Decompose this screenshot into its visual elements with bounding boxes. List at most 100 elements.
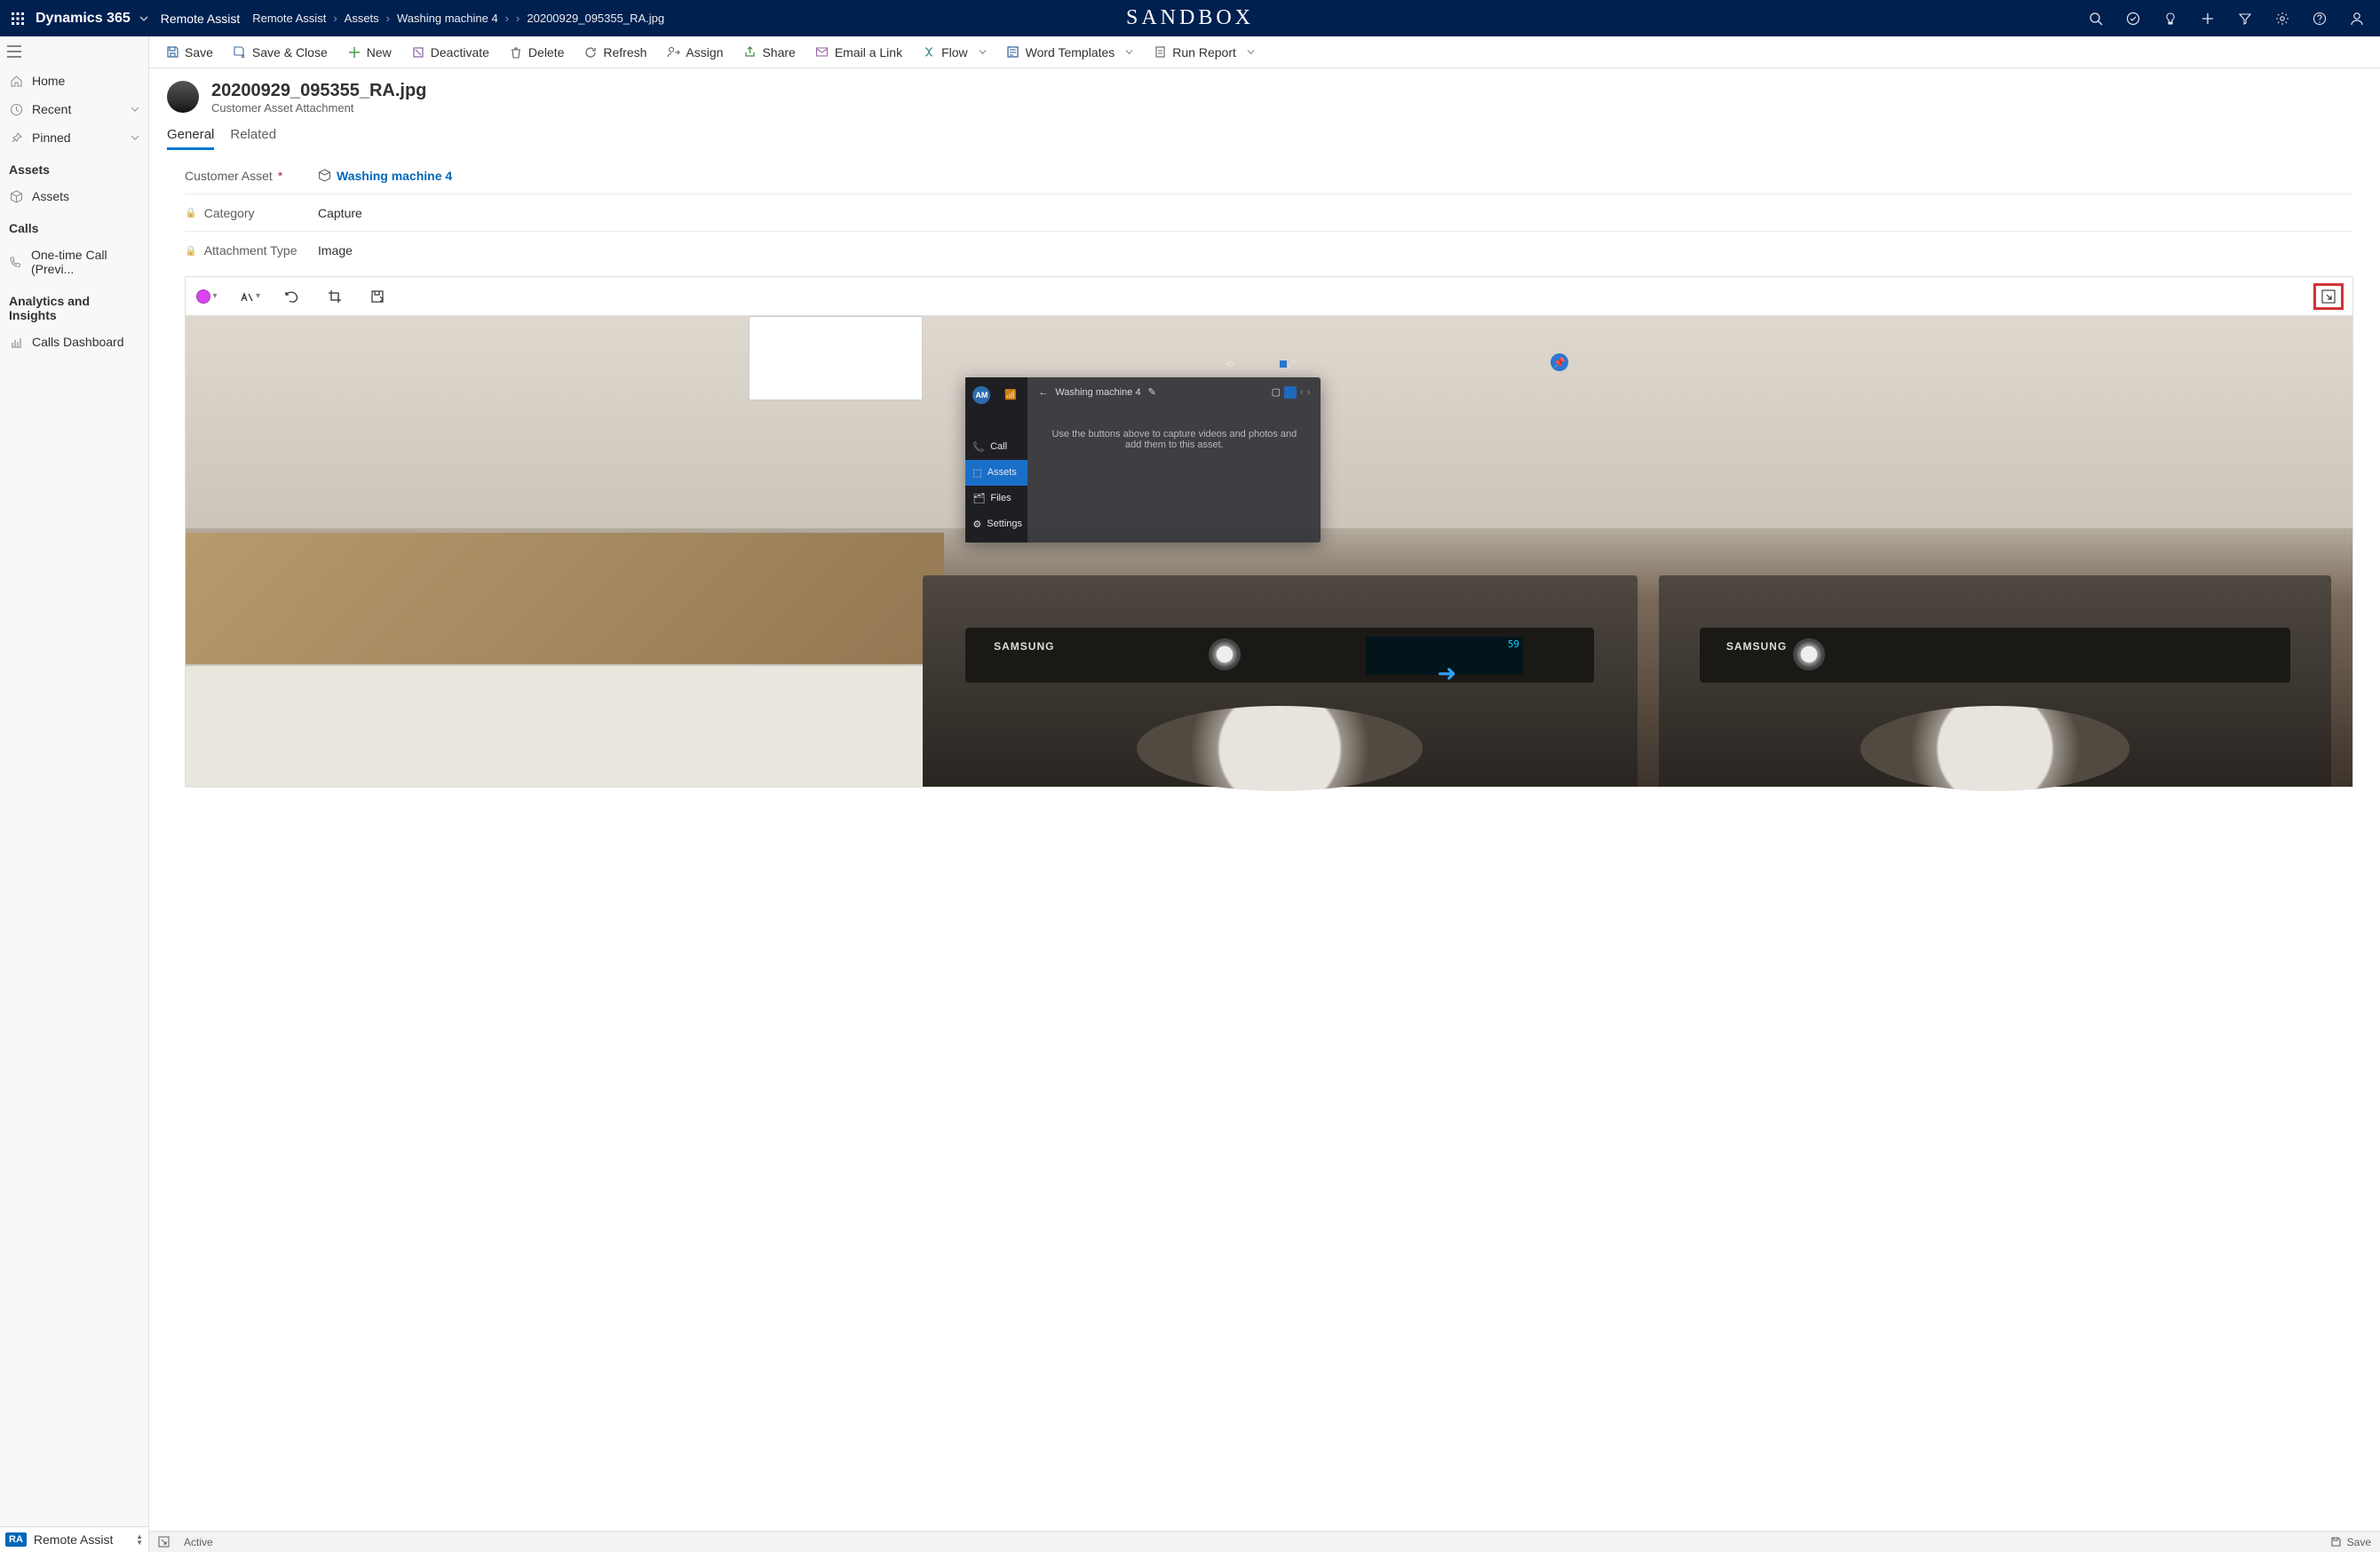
photo-toggle[interactable]: [1284, 386, 1297, 399]
filter-icon[interactable]: [2227, 1, 2263, 36]
save-button[interactable]: Save: [156, 38, 222, 67]
lock-icon: 🔒: [185, 245, 197, 257]
lightbulb-icon[interactable]: [2153, 1, 2188, 36]
ar-nav-assets[interactable]: ⬚Assets: [965, 460, 1027, 486]
app-name-label[interactable]: Remote Assist: [161, 12, 240, 26]
expand-image-button[interactable]: [2313, 283, 2344, 310]
next-icon[interactable]: ›: [1307, 387, 1311, 398]
new-button[interactable]: New: [338, 38, 401, 67]
app-launcher-icon[interactable]: [5, 6, 30, 31]
breadcrumb-item[interactable]: Washing machine 4: [397, 12, 498, 25]
email-link-button[interactable]: Email a Link: [806, 38, 911, 67]
video-icon[interactable]: ▢: [1272, 386, 1281, 398]
status-bar: Active Save: [149, 1531, 2380, 1552]
home-icon: [9, 74, 23, 88]
deactivate-button[interactable]: Deactivate: [402, 38, 498, 67]
gear-icon[interactable]: [2265, 1, 2300, 36]
task-icon[interactable]: [2115, 1, 2151, 36]
ar-nav-settings[interactable]: ⚙Settings: [965, 511, 1027, 537]
breadcrumb-item[interactable]: Assets: [345, 12, 379, 25]
search-icon[interactable]: [2078, 1, 2114, 36]
chevron-down-icon[interactable]: [139, 14, 148, 23]
crop-tool[interactable]: [322, 284, 347, 309]
field-customer-asset: Customer Asset * Washing machine 4: [185, 157, 2353, 194]
nav-assets[interactable]: Assets: [0, 182, 148, 210]
edit-icon[interactable]: ✎: [1148, 386, 1156, 398]
plus-icon: [347, 45, 361, 59]
chart-icon: [9, 335, 23, 349]
record-thumbnail: [167, 81, 199, 113]
delete-button[interactable]: Delete: [500, 38, 573, 67]
color-picker-tool[interactable]: ▾: [194, 284, 219, 309]
chevron-down-icon: ▾: [212, 291, 217, 301]
ar-square-icon: [1280, 360, 1287, 368]
required-indicator: *: [278, 169, 282, 183]
footer-save-button[interactable]: Save: [2330, 1536, 2371, 1548]
arrow-annotation: ➜: [1437, 660, 1456, 687]
nav-recent[interactable]: Recent: [0, 95, 148, 123]
status-label: Active: [184, 1536, 213, 1548]
help-icon[interactable]: [2302, 1, 2337, 36]
expand-icon[interactable]: [158, 1536, 170, 1548]
back-icon[interactable]: ←: [1038, 387, 1048, 398]
field-attachment-type: 🔒Attachment Type Image: [185, 232, 2353, 269]
breadcrumb-item[interactable]: Remote Assist: [252, 12, 326, 25]
field-label: Category: [204, 206, 255, 220]
user-icon[interactable]: [2339, 1, 2375, 36]
nav-home[interactable]: Home: [0, 67, 148, 95]
ar-nav-call[interactable]: 📞Call: [965, 434, 1027, 460]
undo-tool[interactable]: [280, 284, 305, 309]
save-image-tool[interactable]: [365, 284, 390, 309]
field-label: Customer Asset: [185, 169, 273, 183]
save-icon: [2330, 1536, 2342, 1548]
breadcrumb-item[interactable]: 20200929_095355_RA.jpg: [527, 12, 664, 25]
assign-icon: [666, 45, 680, 59]
signal-icon: 📶: [1004, 389, 1017, 400]
ar-avatar: AM: [972, 386, 990, 404]
left-sidebar: Home Recent Pinned Assets Assets Calls O…: [0, 36, 149, 1552]
app-switcher-label: Remote Assist: [34, 1532, 113, 1547]
pin-icon: [9, 131, 23, 145]
marker-tool[interactable]: ▾: [237, 284, 262, 309]
chevron-down-icon[interactable]: [131, 105, 139, 114]
add-icon[interactable]: [2190, 1, 2225, 36]
nav-label: Recent: [32, 102, 71, 116]
nav-calls-dashboard[interactable]: Calls Dashboard: [0, 328, 148, 356]
nav-pinned[interactable]: Pinned: [0, 123, 148, 152]
nav-label: One-time Call (Previ...: [31, 248, 139, 276]
record-subtitle: Customer Asset Attachment: [211, 101, 426, 115]
chevron-down-icon[interactable]: [131, 133, 139, 142]
save-icon: [165, 45, 179, 59]
gear-icon: ⚙: [972, 519, 981, 530]
brand-label[interactable]: Dynamics 365: [36, 11, 131, 27]
nav-one-time-call[interactable]: One-time Call (Previ...: [0, 241, 148, 283]
customer-asset-link[interactable]: Washing machine 4: [337, 169, 452, 183]
save-close-icon: [233, 45, 247, 59]
hamburger-icon[interactable]: [0, 36, 148, 67]
word-templates-button[interactable]: Word Templates: [997, 38, 1143, 67]
updown-icon[interactable]: ▲▼: [136, 1533, 143, 1546]
ar-nav-files[interactable]: 🗂Files: [965, 486, 1027, 511]
prev-icon[interactable]: ‹: [1300, 387, 1304, 398]
nav-label: Assets: [32, 189, 69, 203]
image-canvas[interactable]: SAMSUNG ➜ SAMSUNG ⟲⤢ 📌: [186, 316, 2352, 787]
cabinet-front: [186, 664, 944, 787]
tab-general[interactable]: General: [167, 127, 214, 150]
refresh-button[interactable]: Refresh: [575, 38, 655, 67]
app-switcher[interactable]: RA Remote Assist ▲▼: [0, 1526, 148, 1552]
files-icon: 🗂: [972, 493, 985, 504]
app-chip: RA: [5, 1532, 27, 1547]
field-value: Image: [318, 243, 353, 257]
cabinet: [749, 316, 922, 400]
save-close-button[interactable]: Save & Close: [224, 38, 337, 67]
tab-related[interactable]: Related: [230, 127, 276, 150]
run-report-button[interactable]: Run Report: [1144, 38, 1264, 67]
assign-button[interactable]: Assign: [657, 38, 732, 67]
nav-section-analytics: Analytics and Insights: [0, 283, 148, 328]
chevron-down-icon: ▾: [256, 291, 260, 301]
share-button[interactable]: Share: [734, 38, 804, 67]
field-value[interactable]: Washing machine 4: [318, 169, 452, 183]
washer-brand: SAMSUNG: [1726, 640, 1787, 653]
report-icon: [1153, 45, 1167, 59]
flow-button[interactable]: Flow: [913, 38, 996, 67]
